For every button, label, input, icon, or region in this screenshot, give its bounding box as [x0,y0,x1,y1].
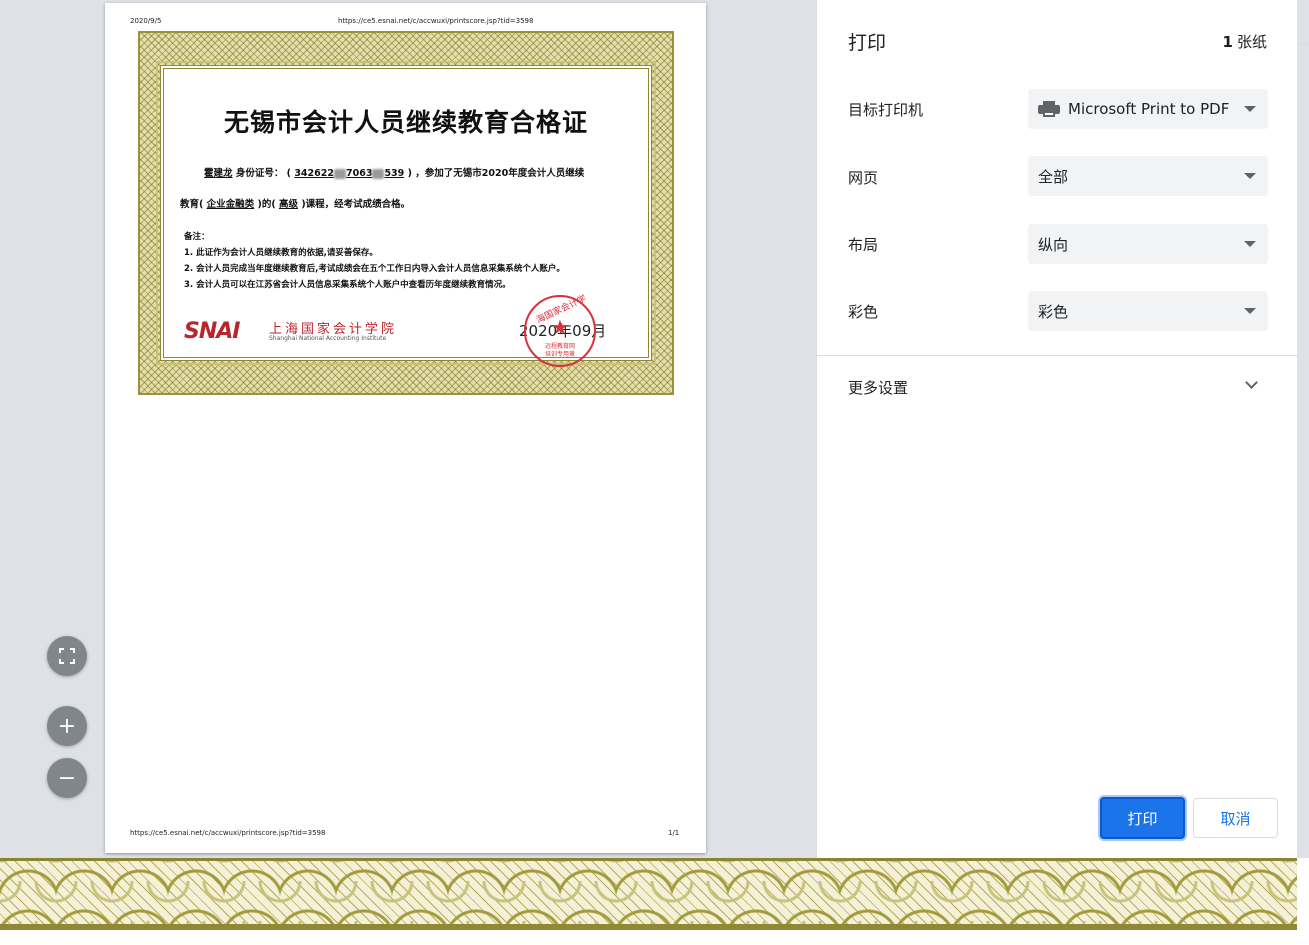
minus-icon: − [57,765,77,791]
fit-to-page-icon [59,648,75,664]
plus-icon: + [57,713,77,739]
layout-select[interactable]: 纵向 [1028,224,1268,264]
course-level: 高级 [278,199,298,210]
seal-line-2: 培训专用章 [544,351,575,358]
color-select[interactable]: 彩色 [1028,291,1268,331]
id-label: 身份证号： [235,168,284,179]
page-footer-url: https://ce5.esnai.net/c/accwuxi/printsco… [130,829,326,837]
certificate: 无锡市会计人员继续教育合格证 霍建龙 身份证号： ( 342622 7063 539… [138,31,674,395]
fit-to-page-button[interactable] [47,636,87,676]
printer-icon [1038,101,1060,117]
note-item: 3. 会计人员可以在江苏省会计人员信息采集系统个人账户中查看历年度继续教育情况。 [184,280,511,290]
divider [817,355,1297,356]
chevron-down-icon[interactable] [1245,376,1258,389]
certificate-body: 无锡市会计人员继续教育合格证 霍建龙 身份证号： ( 342622 7063 539… [156,61,656,367]
color-value: 彩色 [1038,302,1069,321]
color-label: 彩色 [848,303,879,321]
snai-logo: SNAI [184,319,240,344]
zoom-out-button[interactable]: − [47,758,87,798]
pages-select[interactable]: 全部 [1028,156,1268,196]
certificate-notes: 备注： 1. 此证作为会计人员继续教育的依据,请妥善保存。 2. 会计人员完成当… [184,229,565,293]
cancel-button[interactable]: 取消 [1193,798,1278,838]
dropdown-arrow-icon [1244,173,1256,179]
dropdown-arrow-icon [1244,308,1256,314]
print-preview-page: 2020/9/5 https://ce5.esnai.net/c/accwuxi… [105,3,706,853]
note-item: 1. 此证作为会计人员继续教育的依据,请妥善保存。 [184,248,378,258]
print-settings-sidebar: 打印 1 张纸 目标打印机 Microsoft Print to PDF 网页 全… [816,0,1297,858]
certificate-line-2: 教育( 企业金融类 )的( 高级 )课程，经考试成绩合格。 [180,199,411,210]
zoom-in-button[interactable]: + [47,706,87,746]
note-item: 2. 会计人员完成当年度继续教育后,考试成绩会在五个工作日内导入会计人员信息采集… [184,264,565,274]
id-number: 342622 7063 539 [294,168,405,179]
line1-tail: ，参加了无锡市2020年度会计人员继续 [415,168,585,179]
page-footer-number: 1/1 [668,829,680,837]
sheet-count: 1 张纸 [1222,33,1267,51]
more-settings-toggle[interactable]: 更多设置 [848,377,908,398]
holder-name: 霍建龙 [204,168,233,179]
destination-select[interactable]: Microsoft Print to PDF [1028,89,1268,129]
destination-label: 目标打印机 [848,101,924,119]
redaction-blur [333,168,346,179]
page-header-date: 2020/9/5 [130,17,162,25]
logo-english-name: Shanghai National Accounting Institute [269,335,387,342]
page-header-url: https://ce5.esnai.net/c/accwuxi/printsco… [338,17,534,25]
dropdown-arrow-icon [1244,106,1256,112]
pages-value: 全部 [1038,167,1069,186]
certificate-line-1: 霍建龙 身份证号： ( 342622 7063 539 ) ，参加了无锡市2020年… [204,168,585,179]
official-seal: 海国家会计学 ★ 远程教育网 培训专用章 [524,294,596,367]
redaction-blur [372,168,385,179]
certificate-title: 无锡市会计人员继续教育合格证 [223,108,588,137]
destination-value: Microsoft Print to PDF [1068,100,1230,118]
course-type: 企业金融类 [206,199,255,210]
print-title: 打印 [848,32,887,54]
certificate-border-overflow [0,858,1297,930]
star-icon: ★ [551,315,569,339]
layout-label: 布局 [848,236,879,254]
layout-value: 纵向 [1038,235,1069,254]
pages-label: 网页 [848,169,879,187]
dropdown-arrow-icon [1244,241,1256,247]
notes-title: 备注： [184,232,210,242]
print-button[interactable]: 打印 [1100,797,1185,839]
